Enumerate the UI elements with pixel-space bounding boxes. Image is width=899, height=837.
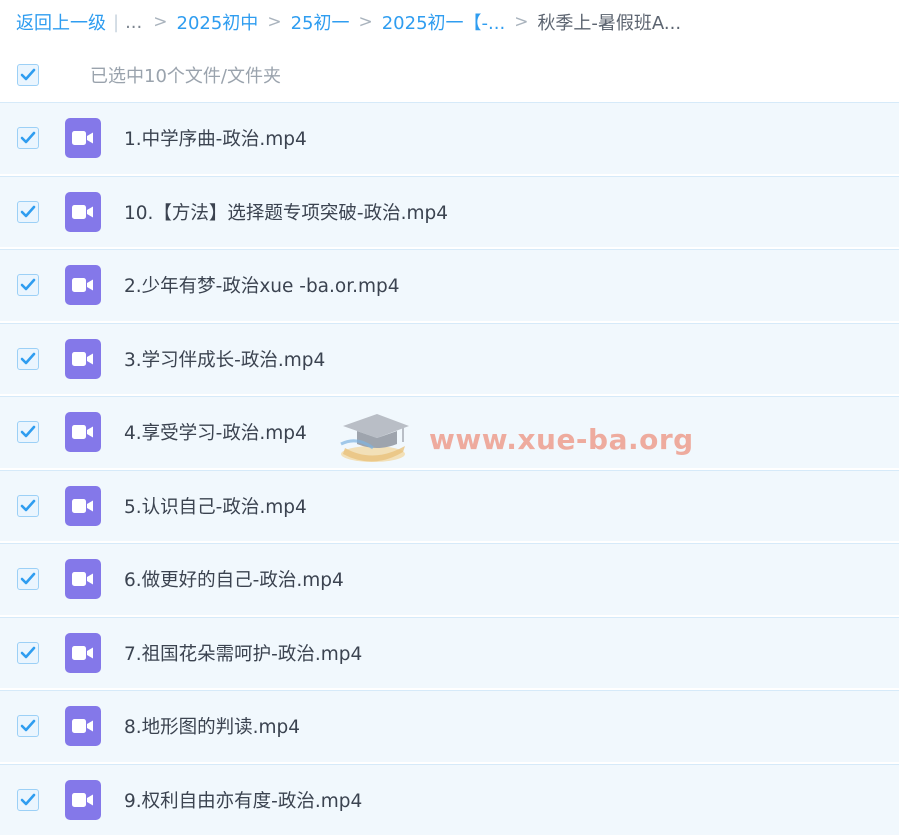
file-checkbox[interactable] <box>17 788 39 811</box>
breadcrumb: 返回上一级 | ... > 2025初中 > 25初一 > 2025初一【-..… <box>16 0 681 44</box>
video-file-icon <box>65 559 101 600</box>
file-checkbox[interactable] <box>17 421 39 444</box>
video-file-icon <box>65 191 101 232</box>
breadcrumb-item[interactable]: 25初一 <box>291 9 350 35</box>
breadcrumb-divider: | <box>113 11 120 33</box>
file-name[interactable]: 10.【方法】选择题专项突破-政治.mp4 <box>124 199 448 225</box>
file-row[interactable]: 9.权利自由亦有度-政治.mp4 <box>0 763 899 835</box>
file-row[interactable]: 6.做更好的自己-政治.mp4 <box>0 543 899 615</box>
file-row[interactable]: 10.【方法】选择题专项突破-政治.mp4 <box>0 175 899 247</box>
chevron-right-icon: > <box>358 12 373 32</box>
file-row[interactable]: 7.祖国花朵需呵护-政治.mp4 <box>0 616 899 688</box>
check-icon <box>20 352 36 365</box>
file-row[interactable]: 5.认识自己-政治.mp4 <box>0 469 899 541</box>
video-file-icon <box>65 632 101 673</box>
select-all-checkbox[interactable] <box>17 64 39 86</box>
check-icon <box>20 499 36 512</box>
video-file-icon <box>65 485 101 526</box>
check-icon <box>20 131 36 144</box>
chevron-right-icon: > <box>267 12 282 32</box>
check-icon <box>20 793 36 806</box>
breadcrumb-item[interactable]: 2025初一【-... <box>382 9 505 35</box>
chevron-right-icon: > <box>153 12 168 32</box>
check-icon <box>20 719 36 732</box>
breadcrumb-current: 秋季上-暑假班A... <box>537 13 682 34</box>
file-name[interactable]: 5.认识自己-政治.mp4 <box>124 493 307 519</box>
video-file-icon <box>65 706 101 747</box>
file-name[interactable]: 2.少年有梦-政治xue -ba.or.mp4 <box>124 272 400 298</box>
file-checkbox[interactable] <box>17 641 39 664</box>
chevron-right-icon: > <box>514 12 529 32</box>
file-checkbox[interactable] <box>17 494 39 517</box>
check-icon <box>20 278 36 291</box>
file-name[interactable]: 8.地形图的判读.mp4 <box>124 713 300 739</box>
check-icon <box>20 425 36 438</box>
file-checkbox[interactable] <box>17 274 39 297</box>
file-checkbox[interactable] <box>17 127 39 150</box>
check-icon <box>20 205 36 218</box>
video-file-icon <box>65 779 101 820</box>
file-name[interactable]: 3.学习伴成长-政治.mp4 <box>124 346 325 372</box>
video-file-icon <box>65 265 101 306</box>
video-file-icon <box>65 412 101 453</box>
file-name[interactable]: 9.权利自由亦有度-政治.mp4 <box>124 787 362 813</box>
back-link[interactable]: 返回上一级 <box>16 9 106 35</box>
file-name[interactable]: 7.祖国花朵需呵护-政治.mp4 <box>124 640 362 666</box>
check-icon <box>20 68 36 81</box>
video-file-icon <box>65 338 101 379</box>
file-checkbox[interactable] <box>17 715 39 738</box>
file-row[interactable]: 3.学习伴成长-政治.mp4 <box>0 322 899 394</box>
file-name[interactable]: 6.做更好的自己-政治.mp4 <box>124 566 344 592</box>
file-name[interactable]: 1.中学序曲-政治.mp4 <box>124 125 307 151</box>
selection-count: 已选中10个文件/文件夹 <box>90 66 281 87</box>
file-row[interactable]: 2.少年有梦-政治xue -ba.or.mp4 <box>0 249 899 321</box>
breadcrumb-item[interactable]: 2025初中 <box>177 9 259 35</box>
check-icon <box>20 572 36 585</box>
breadcrumb-ellipsis[interactable]: ... <box>125 12 142 33</box>
video-file-icon <box>65 118 101 159</box>
file-checkbox[interactable] <box>17 200 39 223</box>
file-row[interactable]: 8.地形图的判读.mp4 <box>0 690 899 762</box>
file-list: 1.中学序曲-政治.mp4 10.【方法】选择题专项突破-政治.mp4 2.少年有梦… <box>0 102 899 837</box>
file-checkbox[interactable] <box>17 568 39 591</box>
file-name[interactable]: 4.享受学习-政治.mp4 <box>124 419 307 445</box>
check-icon <box>20 646 36 659</box>
selection-header: 已选中10个文件/文件夹 <box>0 48 899 102</box>
file-row[interactable]: 1.中学序曲-政治.mp4 <box>0 102 899 174</box>
file-checkbox[interactable] <box>17 347 39 370</box>
file-row[interactable]: 4.享受学习-政治.mp4 <box>0 396 899 468</box>
